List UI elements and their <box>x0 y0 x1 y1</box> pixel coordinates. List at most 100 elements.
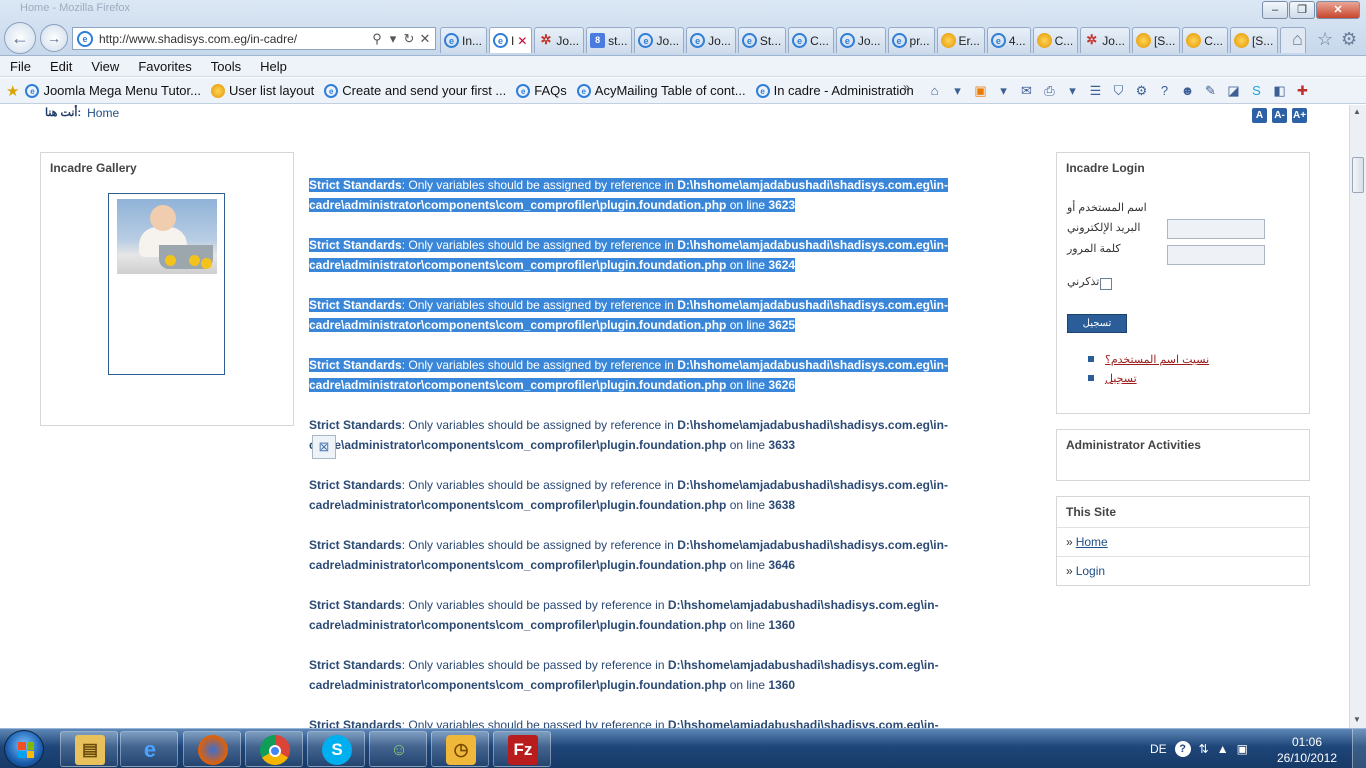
dropdown-arrow-icon[interactable]: ▾ <box>385 31 401 47</box>
browser-tab[interactable]: e pr... <box>887 27 935 53</box>
language-indicator[interactable]: DE <box>1150 742 1167 756</box>
start-button[interactable] <box>4 730 44 768</box>
dropdown-arrow-icon[interactable]: ▾ <box>949 82 966 99</box>
back-button[interactable]: ← <box>4 22 36 54</box>
menu-view[interactable]: View <box>81 59 128 74</box>
browser-tab[interactable]: e C... <box>788 27 834 53</box>
error-notice: Strict Standards: Only variables should … <box>309 595 949 635</box>
vertical-scrollbar[interactable]: ▲ ▼ <box>1349 105 1366 728</box>
notice-line-number: 1360 <box>768 618 796 632</box>
favorites-overflow-button[interactable]: » <box>903 80 910 94</box>
address-bar[interactable]: e ⚲ ▾ ↻ ✕ <box>72 27 436 50</box>
search-icon[interactable]: ⚲ <box>369 31 385 47</box>
menu-edit[interactable]: Edit <box>40 59 81 74</box>
scroll-up-icon[interactable]: ▲ <box>1353 107 1361 116</box>
forward-button[interactable]: → <box>40 24 68 52</box>
browser-tab[interactable]: e St... <box>737 27 787 53</box>
browser-tab[interactable]: e Jo... <box>835 27 886 53</box>
dropdown-arrow-icon[interactable]: ▾ <box>1064 82 1081 99</box>
taskbar-outlook[interactable]: ◷ <box>431 731 489 767</box>
register-link[interactable]: تسجيل <box>1085 372 1209 385</box>
menu-help[interactable]: Help <box>250 59 296 74</box>
browser-tab[interactable]: e 4... <box>986 27 1031 53</box>
help-icon[interactable]: ? <box>1174 741 1191 757</box>
addon-icon[interactable]: ◧ <box>1271 82 1288 99</box>
login-module: Incadre Login اسم المستخدم أو البريد الإ… <box>1056 152 1310 414</box>
taskbar-explorer[interactable]: ▤ <box>60 731 118 767</box>
pin-icon[interactable]: ✚ <box>1294 82 1311 99</box>
font-reset-button[interactable]: A <box>1252 108 1267 123</box>
taskbar-firefox[interactable] <box>183 731 241 767</box>
this-site-login-link[interactable]: » Login <box>1057 556 1309 585</box>
close-tab-icon[interactable]: ✕ <box>517 34 527 48</box>
menu-tools[interactable]: Tools <box>201 59 250 74</box>
dropdown-arrow-icon[interactable]: ▾ <box>995 82 1012 99</box>
ie-page-icon: e <box>690 33 706 48</box>
favorite-link[interactable]: e AcyMailing Table of cont... <box>576 83 746 98</box>
safety-shield-icon[interactable]: ⛉ <box>1110 82 1127 99</box>
taskbar-contacts[interactable]: ☺ <box>369 731 427 767</box>
messenger-icon[interactable]: ☻ <box>1179 82 1196 99</box>
breadcrumb-home-link[interactable]: Home <box>87 106 119 120</box>
favorite-link[interactable]: e Create and send your first ... <box>324 83 506 98</box>
maximize-button[interactable]: ❐ <box>1289 1 1315 19</box>
gallery-baby-photo[interactable] <box>117 199 217 274</box>
minimize-button[interactable]: – <box>1262 1 1288 19</box>
forgot-username-link[interactable]: نسيت اسم المستخدم؟ <box>1085 353 1209 366</box>
clock[interactable]: 01:06 26/10/2012 <box>1272 734 1342 766</box>
browser-tab[interactable]: e In... <box>440 27 488 53</box>
remember-checkbox[interactable] <box>1100 278 1112 290</box>
tray-expand-icon[interactable]: ▲ <box>1217 742 1229 756</box>
browser-tab[interactable]: Er... <box>936 27 985 53</box>
browser-tab[interactable]: ✲ Jo... <box>534 27 585 53</box>
stats-icon[interactable]: ◪ <box>1225 82 1242 99</box>
url-input[interactable] <box>99 31 369 46</box>
browser-tab[interactable]: C... <box>1032 27 1079 53</box>
menu-favorites[interactable]: Favorites <box>128 59 200 74</box>
taskbar-chrome[interactable] <box>245 731 303 767</box>
skype-icon[interactable]: S <box>1248 82 1265 99</box>
browser-tab[interactable]: e Jo... <box>686 27 736 53</box>
username-input[interactable] <box>1167 219 1265 239</box>
monitor-icon[interactable]: ▣ <box>1237 742 1248 756</box>
favorite-link[interactable]: User list layout <box>210 83 314 98</box>
favorite-link[interactable]: e FAQs <box>516 83 567 98</box>
research-icon[interactable]: ✎ <box>1202 82 1219 99</box>
browser-tab[interactable]: [S... <box>1229 27 1279 53</box>
browser-tab[interactable]: e Jo... <box>634 27 685 53</box>
browser-tab[interactable]: e I ✕ <box>489 27 533 53</box>
favorites-star-icon[interactable]: ☆ <box>1317 29 1333 50</box>
favorite-link[interactable]: e Joomla Mega Menu Tutor... <box>25 83 201 98</box>
login-button[interactable]: تسجيل الدخول <box>1067 314 1127 347</box>
taskbar-skype[interactable]: S <box>307 731 365 767</box>
rss-feed-icon[interactable]: ▣ <box>972 82 989 99</box>
tools-gear-icon[interactable]: ⚙ <box>1133 82 1150 99</box>
taskbar-filezilla[interactable]: Fz <box>493 731 551 767</box>
help-icon[interactable]: ? <box>1156 82 1173 99</box>
home-icon[interactable]: ⌂ <box>926 82 943 99</box>
gear-icon[interactable]: ⚙ <box>1341 29 1357 50</box>
page-menu-icon[interactable]: ☰ <box>1087 82 1104 99</box>
refresh-icon[interactable]: ↻ <box>401 31 417 47</box>
favorite-link[interactable]: e In cadre - Administration <box>755 83 914 98</box>
menu-file[interactable]: File <box>0 59 40 74</box>
font-decrease-button[interactable]: A- <box>1272 108 1287 123</box>
scroll-down-icon[interactable]: ▼ <box>1353 715 1361 724</box>
scroll-thumb[interactable] <box>1352 157 1364 193</box>
browser-tab[interactable]: ✲ Jo... <box>1080 27 1130 53</box>
password-input[interactable] <box>1167 245 1265 265</box>
close-window-button[interactable]: ✕ <box>1316 1 1360 19</box>
show-desktop-button[interactable] <box>1352 729 1366 768</box>
font-increase-button[interactable]: A+ <box>1292 108 1307 123</box>
browser-tab[interactable]: 8 st... <box>586 27 633 53</box>
stop-icon[interactable]: ✕ <box>417 31 433 47</box>
this-site-home-link[interactable]: » Home <box>1057 527 1309 556</box>
taskbar-internet-explorer[interactable]: e <box>120 731 178 767</box>
browser-tab[interactable]: C... <box>1182 27 1228 53</box>
mail-icon[interactable]: ✉ <box>1018 82 1035 99</box>
network-icon[interactable]: ⇅ <box>1199 742 1209 756</box>
home-icon[interactable]: ⌂ <box>1292 29 1303 50</box>
browser-tab[interactable]: [S... <box>1131 27 1181 53</box>
favorites-star-icon[interactable]: ★ <box>6 82 19 100</box>
print-icon[interactable]: ⎙ <box>1041 82 1058 99</box>
